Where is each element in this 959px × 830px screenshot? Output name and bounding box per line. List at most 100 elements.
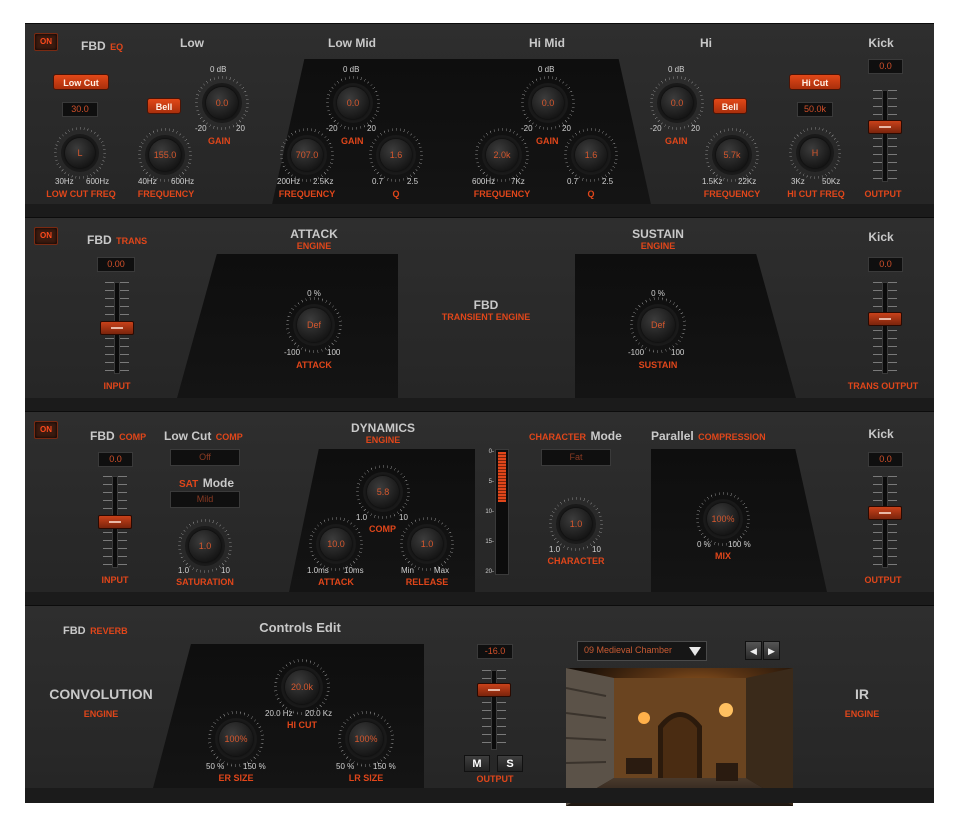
lm-freq-knob[interactable]: 707.0 — [280, 128, 334, 182]
hicut-knob[interactable]: 20.0k — [274, 659, 330, 715]
eq-title: FBD EQ — [81, 37, 123, 55]
trans-output-fader[interactable] — [865, 282, 905, 374]
hi-bell-button[interactable]: Bell — [713, 98, 747, 114]
comp-output-fader[interactable] — [865, 476, 905, 568]
low-cut-max: 600Hz — [86, 177, 110, 186]
comp-output-fader-handle[interactable] — [868, 506, 902, 520]
hi-gain-knob[interactable]: 0.0 — [650, 76, 704, 130]
release-max: Max — [434, 566, 450, 575]
saturation-value: 1.0 — [198, 541, 212, 551]
low-bell-button[interactable]: Bell — [147, 98, 181, 114]
attack-label: ATTACK — [296, 360, 332, 370]
lr-size-knob[interactable]: 100% — [338, 711, 394, 767]
lm-gain-top: 0 dB — [343, 65, 360, 74]
eq-output-fader-handle[interactable] — [868, 120, 902, 134]
hicut-min: 20.0 Hz — [265, 709, 293, 718]
reverb-output-fader[interactable] — [474, 670, 514, 750]
comp-on-button[interactable]: ON — [34, 421, 58, 439]
sustain-knob[interactable]: Def — [630, 297, 686, 353]
comp-input-fader-handle[interactable] — [98, 515, 132, 529]
lm-gain-value: 0.0 — [346, 98, 360, 108]
hm-freq-knob[interactable]: 2.0k — [475, 128, 529, 182]
reverb-output-display[interactable]: -16.0 — [477, 644, 513, 659]
comp-input-display[interactable]: 0.0 — [98, 452, 133, 467]
hi-freq-max: 22Kz — [738, 177, 757, 186]
trans-output-display[interactable]: 0.0 — [868, 257, 903, 272]
hm-gain-knob[interactable]: 0.0 — [521, 76, 575, 130]
comp-value: 5.8 — [376, 487, 390, 497]
lm-q-knob[interactable]: 1.6 — [369, 128, 423, 182]
sustain-max: 100 — [671, 348, 685, 357]
attack-min: -100 — [284, 348, 301, 357]
eq-output-display[interactable]: 0.0 — [868, 59, 903, 74]
eq-output-fader[interactable] — [865, 90, 905, 182]
mix-value: 100% — [711, 514, 735, 524]
low-gain-knob[interactable]: 0.0 — [195, 76, 249, 130]
hm-gain-max: 20 — [562, 124, 571, 133]
hi-gain-label: GAIN — [665, 136, 688, 146]
trans-input-fader[interactable] — [97, 282, 137, 374]
release-knob[interactable]: 1.0 — [400, 517, 454, 571]
low-cut-min: 30Hz — [55, 177, 74, 186]
solo-button[interactable]: S — [497, 755, 523, 772]
hm-gain-value: 0.0 — [541, 98, 555, 108]
hm-q-knob[interactable]: 1.6 — [564, 128, 618, 182]
band-kick-title: Kick — [868, 36, 894, 50]
lm-freq-min: 200Hz — [277, 177, 301, 186]
sat-mode-select[interactable]: Mild — [170, 491, 240, 508]
hi-cut-display[interactable]: 50.0k — [797, 102, 833, 117]
band-low-title: Low — [180, 36, 204, 50]
low-cut-knob[interactable]: L — [54, 127, 106, 179]
low-freq-knob[interactable]: 155.0 — [138, 128, 192, 182]
low-gain-min: -20 — [195, 124, 207, 133]
lowcut-comp-select[interactable]: Off — [170, 449, 240, 466]
er-size-label: ER SIZE — [218, 773, 254, 783]
low-cut-button[interactable]: Low Cut — [53, 74, 109, 90]
lm-gain-label: GAIN — [341, 136, 364, 146]
trans-on-button[interactable]: ON — [34, 227, 58, 245]
ir-next-button[interactable]: ▶ — [763, 641, 780, 660]
mute-button[interactable]: M — [464, 755, 490, 772]
ir-preset-dropdown[interactable]: 09 Medieval Chamber — [577, 641, 707, 661]
hi-cut-label: HI CUT FREQ — [787, 189, 845, 199]
reverb-title: FBD REVERB — [63, 621, 128, 639]
trans-output-fader-handle[interactable] — [868, 312, 902, 326]
character-label: CHARACTER — [547, 556, 605, 566]
lm-gain-knob[interactable]: 0.0 — [326, 76, 380, 130]
hm-freq-value: 2.0k — [493, 150, 511, 160]
hi-cut-knob[interactable]: H — [789, 127, 841, 179]
character-mode-title-w: Mode — [590, 429, 622, 443]
attack-knob[interactable]: Def — [286, 297, 342, 353]
trans-input-display[interactable]: 0.00 — [97, 257, 135, 272]
character-mode-select[interactable]: Fat — [541, 449, 611, 466]
hm-freq-max: 7Kz — [511, 177, 525, 186]
hi-cut-button[interactable]: Hi Cut — [789, 74, 841, 90]
reverb-output-fader-handle[interactable] — [477, 683, 511, 697]
character-knob[interactable]: 1.0 — [549, 497, 603, 551]
eq-on-button[interactable]: ON — [34, 33, 58, 51]
sat-mode-title-w: Mode — [202, 476, 235, 490]
low-cut-display[interactable]: 30.0 — [62, 102, 98, 117]
mix-knob[interactable]: 100% — [696, 492, 750, 546]
release-min: Min — [401, 566, 414, 575]
meter-tick-label: 5- — [488, 479, 494, 485]
lm-q-label: Q — [392, 189, 400, 199]
dynamics-sub: ENGINE — [365, 435, 401, 445]
convolution-sub: ENGINE — [83, 709, 119, 719]
hi-gain-max: 20 — [691, 124, 700, 133]
comp-attack-knob[interactable]: 10.0 — [309, 517, 363, 571]
sustain-min: -100 — [628, 348, 645, 357]
hi-freq-knob[interactable]: 5.7k — [705, 128, 759, 182]
saturation-knob[interactable]: 1.0 — [178, 519, 232, 573]
saturation-max: 10 — [221, 566, 230, 575]
comp-output-display[interactable]: 0.0 — [868, 452, 903, 467]
comp-input-label: INPUT — [101, 575, 129, 585]
lowcut-comp-title-w: Low Cut — [164, 429, 212, 443]
ir-prev-button[interactable]: ◀ — [745, 641, 762, 660]
er-size-knob[interactable]: 100% — [208, 711, 264, 767]
comp-min: 1.0 — [356, 513, 368, 522]
comp-knob[interactable]: 5.8 — [356, 465, 410, 519]
er-size-min: 50 % — [206, 762, 225, 771]
comp-input-fader[interactable] — [95, 476, 135, 568]
trans-input-fader-handle[interactable] — [100, 321, 134, 335]
